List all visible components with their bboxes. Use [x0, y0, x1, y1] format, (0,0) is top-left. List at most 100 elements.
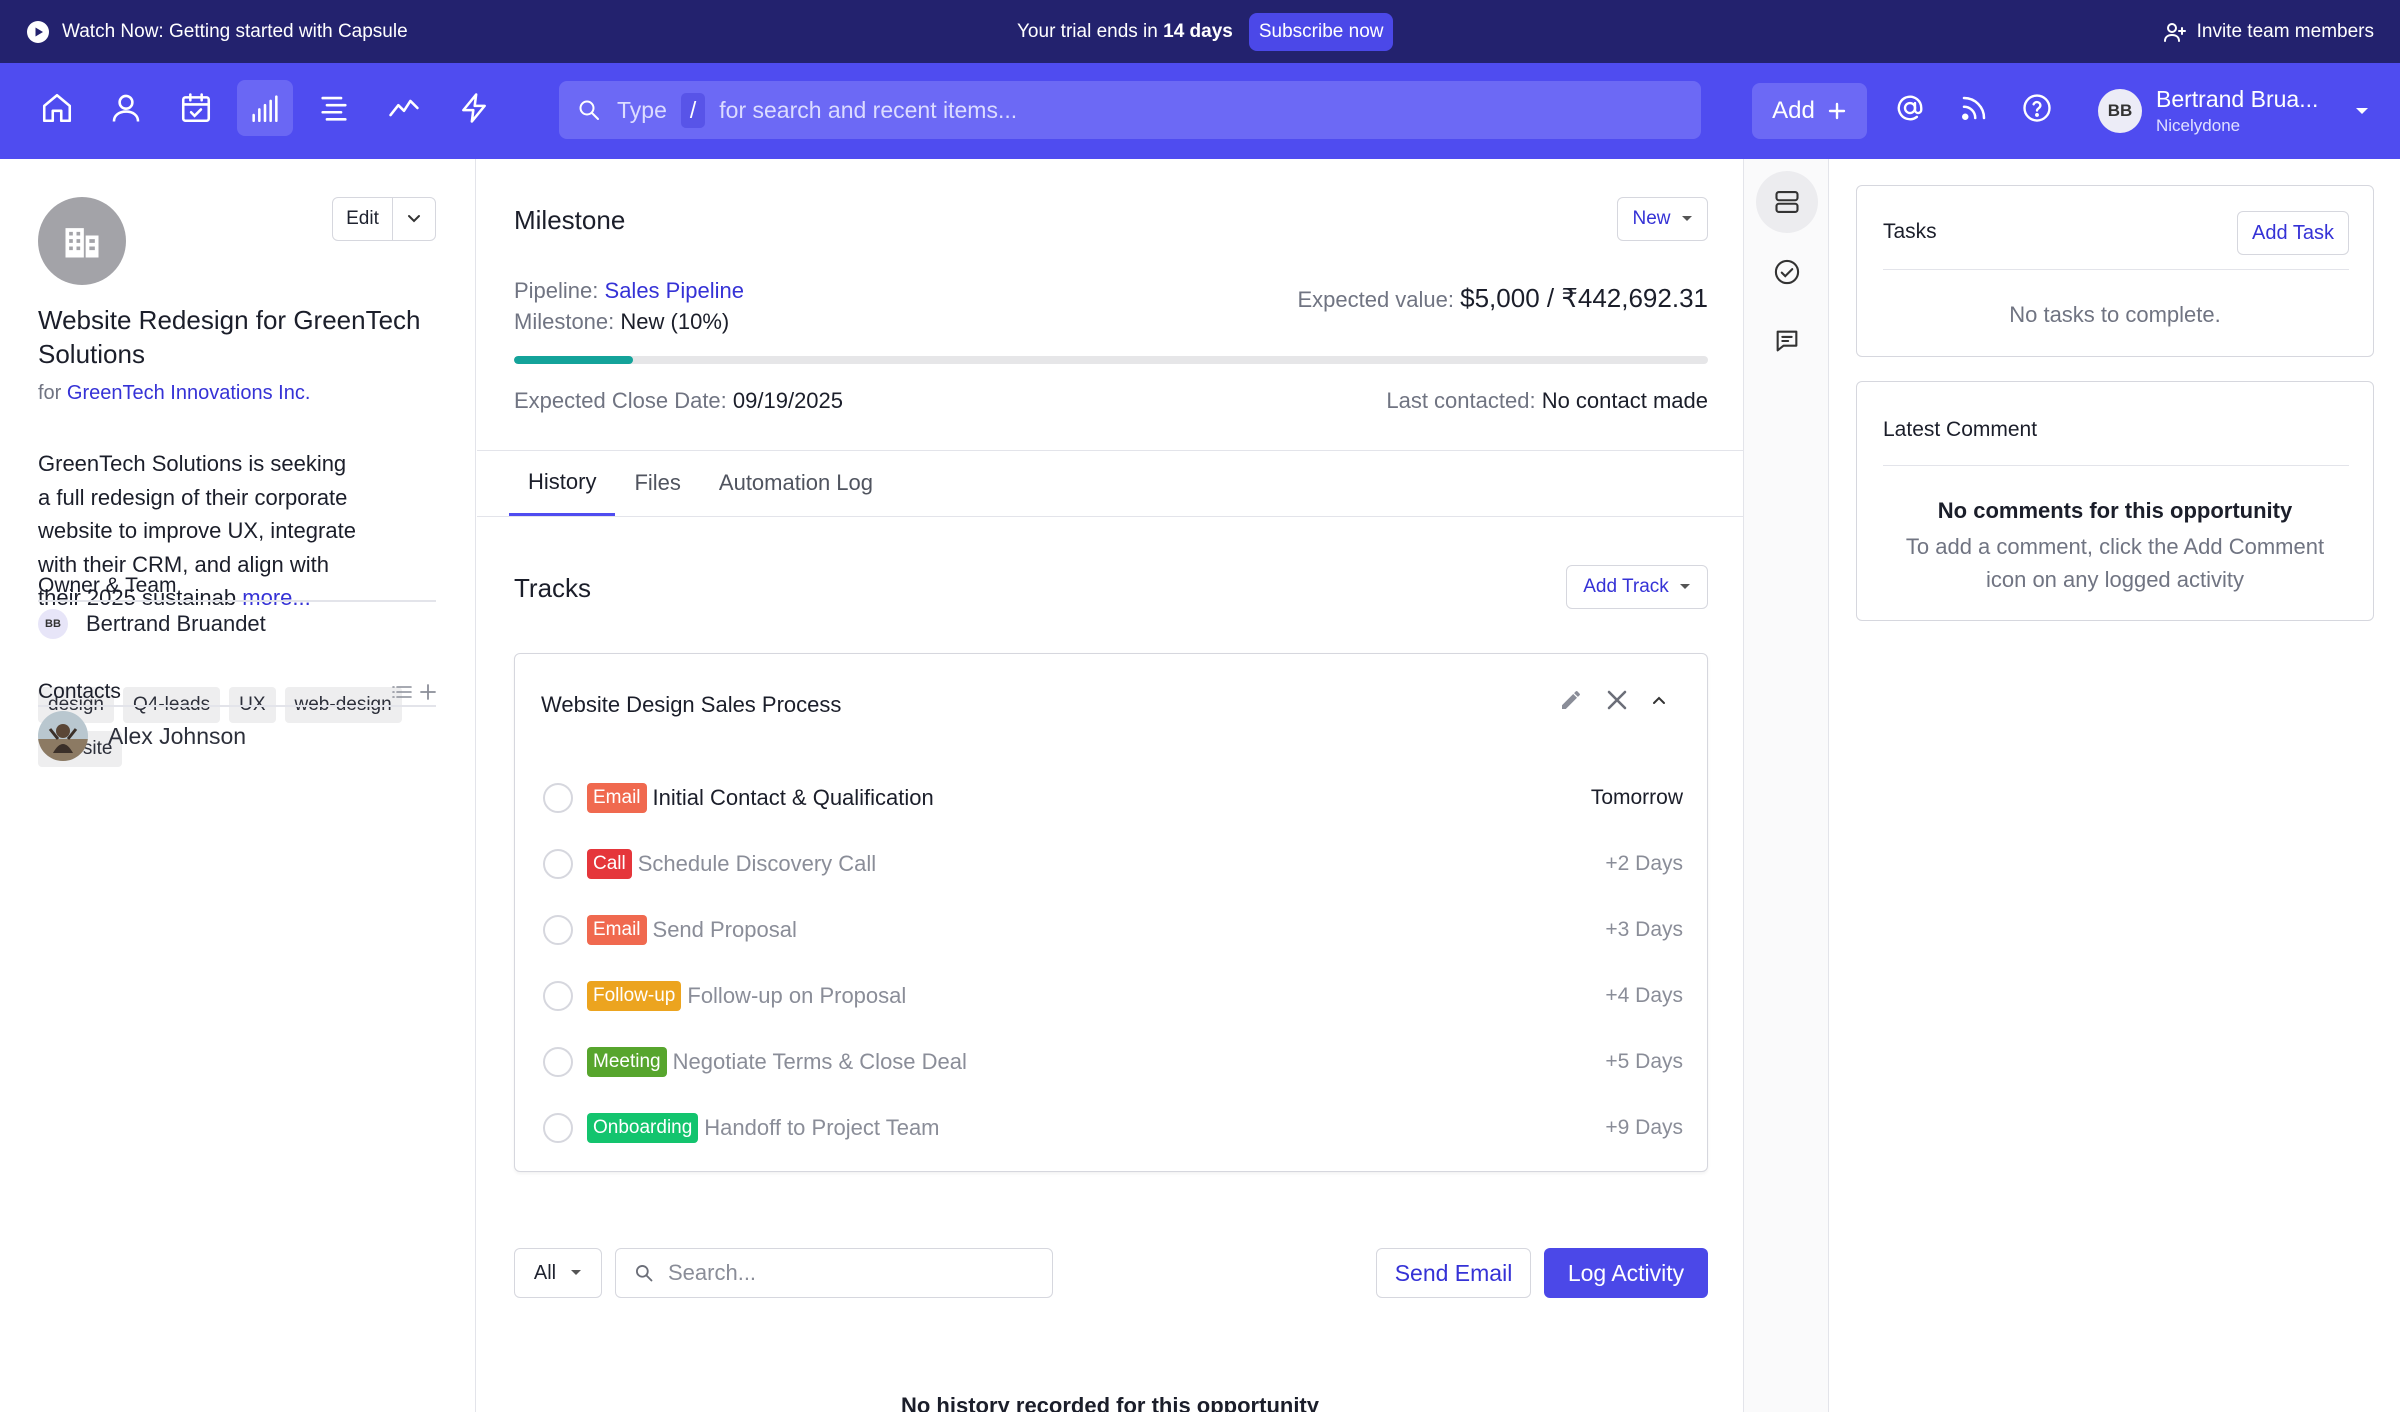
reports-icon[interactable]	[376, 80, 432, 136]
user-menu[interactable]: BB Bertrand Brua... Nicelydone	[2098, 79, 2370, 143]
task-checkbox[interactable]	[543, 1047, 573, 1077]
owner-row[interactable]: BB Bertrand Bruandet	[38, 609, 266, 639]
tab-history[interactable]: History	[509, 450, 616, 516]
task-checkbox[interactable]	[543, 1113, 573, 1143]
edit-button[interactable]: Edit	[333, 198, 393, 240]
track-task-list: Email Initial Contact & Qualification Tomo…	[543, 765, 1683, 1161]
task-due-date: +3 Days	[1605, 918, 1683, 941]
divider	[1883, 269, 2349, 270]
edit-menu-toggle[interactable]	[393, 198, 435, 240]
track-actions	[1559, 688, 1667, 712]
contact-row[interactable]: Alex Johnson	[38, 711, 246, 761]
no-history-message: No history recorded for this opportunity	[900, 1393, 1319, 1412]
user-org: Nicelydone	[2156, 116, 2241, 135]
pipeline-link[interactable]: Sales Pipeline	[605, 278, 744, 303]
chevron-down-icon	[406, 214, 422, 224]
edit-button-group: Edit	[332, 197, 436, 241]
mentions-icon[interactable]	[1882, 80, 1938, 136]
history-filter-select[interactable]: All	[514, 1248, 602, 1298]
tab-files[interactable]: Files	[615, 450, 699, 516]
organization-avatar	[38, 197, 126, 285]
milestone-value: New (10%)	[620, 309, 730, 334]
workflow-icon[interactable]	[446, 80, 502, 136]
track-card: Website Design Sales Process Email Initia…	[514, 653, 1708, 1172]
task-checkbox[interactable]	[543, 783, 573, 813]
calendar-icon[interactable]	[168, 80, 224, 136]
add-track-label: Add Track	[1583, 576, 1669, 597]
opportunity-title: Website Redesign for GreenTech Solutions	[38, 305, 421, 369]
pencil-icon[interactable]	[1559, 688, 1583, 712]
track-task-row[interactable]: Call Schedule Discovery Call +2 Days	[543, 831, 1683, 897]
task-due-date: +4 Days	[1605, 984, 1683, 1007]
caret-down-icon	[2354, 106, 2370, 116]
help-icon[interactable]	[2009, 80, 2065, 136]
no-comments-line-1: To add a comment, click the Add Comment	[1905, 534, 2325, 559]
owner-team-heading: Owner & Team	[38, 574, 177, 597]
track-task-row[interactable]: Meeting Negotiate Terms & Close Deal +5 Da…	[543, 1029, 1683, 1095]
chevron-up-icon[interactable]	[1651, 695, 1667, 705]
trial-notice: Your trial ends in 14 days Subscribe now	[1017, 0, 1394, 63]
subscribe-button[interactable]: Subscribe now	[1248, 12, 1394, 51]
home-icon[interactable]	[29, 80, 85, 136]
tasks-panel-button[interactable]	[1756, 241, 1818, 303]
main-navbar: Type / for search and recent items... Ad…	[0, 63, 2400, 159]
milestone-heading: Milestone	[514, 205, 626, 235]
contacts-actions	[392, 682, 438, 702]
track-task-row[interactable]: Onboarding Handoff to Project Team +9 Days	[543, 1095, 1683, 1161]
close-icon[interactable]	[1605, 688, 1629, 712]
summary-panel-button[interactable]	[1756, 171, 1818, 233]
close-date-value: 09/19/2025	[732, 388, 844, 413]
add-track-button[interactable]: Add Track	[1566, 565, 1708, 609]
expected-value-amount: $5,000 / ₹442,692.31	[1460, 283, 1708, 313]
task-type-badge: Follow-up	[587, 981, 682, 1011]
latest-comment-card: Latest Comment No comments for this oppo…	[1856, 381, 2374, 621]
invite-team-link[interactable]: Invite team members	[2163, 0, 2374, 63]
task-checkbox[interactable]	[543, 981, 573, 1011]
add-label: Add	[1772, 97, 1815, 124]
task-name: Handoff to Project Team	[704, 1115, 940, 1140]
company-link[interactable]: GreenTech Innovations Inc.	[67, 382, 310, 404]
watch-now-link[interactable]: Watch Now: Getting started with Capsule	[26, 0, 408, 63]
contact-avatar	[38, 711, 88, 761]
expected-value: Expected value: $5,000 / ₹442,692.31	[1297, 283, 1708, 313]
opportunity-sidebar: Edit Website Redesign for GreenTech Solu…	[0, 159, 476, 1412]
task-checkbox[interactable]	[543, 849, 573, 879]
history-search-input[interactable]: Search...	[615, 1248, 1053, 1298]
send-email-button[interactable]: Send Email	[1376, 1248, 1531, 1298]
top-banner: Watch Now: Getting started with Capsule …	[0, 0, 2400, 63]
divider	[477, 516, 1743, 517]
tracks-heading: Tracks	[514, 573, 592, 603]
feed-icon[interactable]	[1946, 80, 2002, 136]
task-checkbox[interactable]	[543, 915, 573, 945]
milestone-row: Milestone: New (10%)	[514, 309, 730, 334]
caret-down-icon	[1679, 583, 1691, 591]
pipeline-icon[interactable]	[237, 80, 293, 136]
add-task-button[interactable]: Add Task	[2237, 211, 2349, 255]
main-content: Milestone New Pipeline: Sales Pipeline M…	[477, 159, 1743, 1412]
comments-panel-button[interactable]	[1756, 310, 1818, 372]
pipeline-info: Pipeline: Sales Pipeline Milestone: New …	[514, 275, 744, 337]
list-icon[interactable]	[392, 684, 412, 700]
more-link[interactable]: more...	[242, 585, 310, 610]
task-name: Schedule Discovery Call	[637, 851, 877, 876]
search-icon	[577, 98, 601, 122]
milestone-progress-bar	[514, 356, 1708, 364]
add-button[interactable]: Add	[1752, 83, 1867, 139]
add-contact-icon[interactable]	[418, 682, 438, 702]
add-user-icon	[2163, 20, 2187, 44]
track-task-row[interactable]: Follow-up Follow-up on Proposal +4 Days	[543, 963, 1683, 1029]
search-placeholder-type: Type	[617, 96, 667, 123]
track-task-row[interactable]: Email Send Proposal +3 Days	[543, 897, 1683, 963]
task-name: Negotiate Terms & Close Deal	[672, 1049, 967, 1074]
milestone-status-dropdown[interactable]: New	[1617, 197, 1708, 241]
person-icon[interactable]	[98, 80, 154, 136]
latest-comment-heading: Latest Comment	[1883, 418, 2038, 441]
contacts-heading: Contacts	[38, 680, 121, 703]
history-filter-value: All	[533, 1261, 557, 1284]
log-activity-button[interactable]: Log Activity	[1544, 1248, 1708, 1298]
task-due-date: +5 Days	[1605, 1050, 1683, 1073]
tab-automation-log[interactable]: Automation Log	[700, 450, 892, 516]
search-input[interactable]: Type / for search and recent items...	[559, 81, 1701, 139]
track-task-row[interactable]: Email Initial Contact & Qualification Tomo…	[543, 765, 1683, 831]
projects-icon[interactable]	[306, 80, 362, 136]
